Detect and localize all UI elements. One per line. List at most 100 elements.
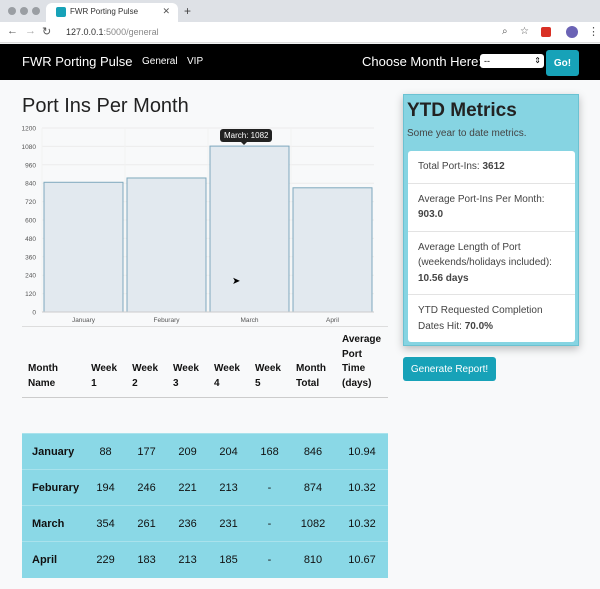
go-button[interactable]: Go!: [546, 50, 579, 76]
col-week-1: Week 1: [85, 326, 127, 398]
y-tick-label: 480: [25, 236, 36, 243]
table-row: January 88 177 209 204 168 846 10.94: [22, 433, 388, 470]
table-cell-month: January: [22, 433, 86, 470]
y-tick-label: 720: [25, 199, 36, 206]
chart-tooltip: March: 1082: [220, 129, 273, 145]
table-cell: -: [249, 541, 290, 578]
y-tick-label: 120: [25, 291, 36, 298]
y-tick-label: 240: [25, 273, 36, 280]
table-cell: -: [249, 505, 290, 542]
table-cell: 10.32: [336, 505, 388, 542]
url-host: 127.0.0.1: [66, 27, 104, 37]
y-tick-label: 1200: [22, 126, 37, 133]
forward-icon[interactable]: →: [25, 25, 36, 37]
browser-tab[interactable]: FWR Porting Pulse ✕: [46, 3, 178, 22]
table-cell: 246: [126, 469, 168, 506]
ytd-avg-length: Average Length of Port (weekends/holiday…: [408, 232, 575, 295]
y-tick-label: 600: [25, 218, 36, 225]
mouse-cursor-icon: ➤: [232, 276, 241, 287]
table-cell: 846: [290, 433, 336, 470]
table-cell: -: [249, 469, 290, 506]
ytd-item-value: 3612: [482, 161, 505, 172]
x-tick-label: March: [240, 317, 258, 324]
nav-link-vip[interactable]: VIP: [187, 56, 203, 67]
ytd-title: YTD Metrics: [407, 100, 517, 121]
table-cell-month: March: [22, 505, 86, 542]
y-tick-label: 840: [25, 181, 36, 188]
bookmark-star-icon[interactable]: ☆: [520, 26, 529, 37]
table-row: March 354 261 236 231-1082 10.32: [22, 505, 388, 542]
ytd-item-value: 10.56 days: [418, 272, 469, 284]
table-spacer-cell: [22, 397, 388, 434]
new-tab-icon[interactable]: +: [184, 4, 191, 18]
y-tick-label: 0: [32, 310, 36, 317]
ytd-total-port-ins: Total Port-Ins: 3612: [408, 151, 575, 184]
month-select-value: --: [484, 56, 490, 66]
back-icon[interactable]: ←: [7, 25, 18, 37]
col-week-4: Week 4: [208, 326, 250, 398]
table-cell: 229: [85, 541, 127, 578]
ytd-metrics-card: YTD Metrics Some year to date metrics. T…: [403, 94, 579, 346]
close-window-icon[interactable]: [8, 7, 16, 15]
table-cell: 183: [126, 541, 168, 578]
table-cell: 194: [85, 469, 127, 506]
table-cell: 213: [167, 541, 209, 578]
bar-april: [292, 187, 373, 313]
col-week-3: Week 3: [167, 326, 209, 398]
generate-report-button[interactable]: Generate Report!: [403, 357, 496, 381]
url-path: :5000/general: [103, 27, 159, 37]
chart-title: Port Ins Per Month: [22, 95, 189, 117]
table-cell: 10.32: [336, 469, 388, 506]
table-cell: 10.67: [336, 541, 388, 578]
y-tick-label: 1080: [22, 144, 37, 151]
table-row: Feburary 194 246 221 213-874 10.32: [22, 469, 388, 506]
minimize-window-icon[interactable]: [20, 7, 28, 15]
profile-avatar-icon[interactable]: [566, 26, 578, 38]
bar-january: [43, 181, 124, 313]
bar-march: [209, 145, 290, 313]
tab-close-icon[interactable]: ✕: [162, 6, 170, 17]
table-cell-month: April: [22, 541, 86, 578]
tab-title: FWR Porting Pulse: [70, 7, 139, 16]
address-bar[interactable]: 127.0.0.1:5000/general: [66, 27, 159, 37]
table-cell: 874: [290, 469, 336, 506]
reload-icon[interactable]: ↻: [42, 25, 51, 38]
monthly-stats-table: Month Name Week 1 Week 2 Week 3 Week 4 W…: [22, 326, 388, 578]
table-spacer: [22, 397, 388, 434]
maximize-window-icon[interactable]: [32, 7, 40, 15]
table-cell: 231: [208, 505, 250, 542]
ytd-item-value: 70.0%: [464, 320, 494, 332]
ytd-item-label: Average Port-Ins Per Month:: [418, 193, 545, 205]
table-cell: 88: [85, 433, 127, 470]
x-tick-label: January: [72, 317, 96, 324]
table-cell: 204: [208, 433, 250, 470]
table-cell: 209: [167, 433, 209, 470]
browser-tab-strip: FWR Porting Pulse ✕ +: [0, 0, 600, 22]
ytd-list: Total Port-Ins: 3612 Average Port-Ins Pe…: [408, 151, 575, 342]
table-cell: 185: [208, 541, 250, 578]
table-cell-month: Feburary: [22, 469, 86, 506]
extension-icon[interactable]: [541, 27, 551, 37]
ytd-item-label: Average Length of Port (weekends/holiday…: [418, 241, 552, 269]
zoom-icon[interactable]: ⌕: [502, 26, 508, 37]
bar-chart: 0 120 240 360 480 600 720 840 960 1080 1200 January…: [22, 126, 374, 324]
browser-menu-icon[interactable]: ⋮: [588, 25, 599, 38]
table-cell: 236: [167, 505, 209, 542]
app-navbar: FWR Porting Pulse General VIP Choose Mon…: [0, 44, 600, 80]
bar-feburary: [126, 177, 207, 313]
x-tick-label: Feburary: [153, 317, 180, 324]
ytd-item-value: 903.0: [418, 209, 444, 220]
month-select[interactable]: -- ⇕: [480, 54, 544, 68]
brand[interactable]: FWR Porting Pulse: [22, 54, 133, 69]
ytd-completion-dates: YTD Requested Completion Dates Hit: 70.0…: [408, 295, 575, 342]
col-month-name: Month Name: [22, 326, 86, 398]
table-cell: 10.94: [336, 433, 388, 470]
table-row: April 229 183 213 185-810 10.67: [22, 541, 388, 578]
month-label: Choose Month Here:: [362, 54, 482, 69]
table-cell: 1082: [290, 505, 336, 542]
ytd-subtitle: Some year to date metrics.: [407, 128, 527, 139]
nav-link-general[interactable]: General: [142, 56, 178, 67]
y-tick-label: 360: [25, 254, 36, 261]
favicon-icon: [56, 7, 66, 17]
select-arrows-icon: ⇕: [534, 56, 541, 65]
